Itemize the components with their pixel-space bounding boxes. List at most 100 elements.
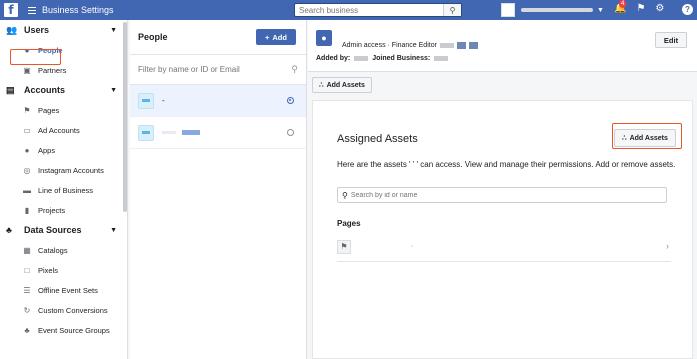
role-text: Admin access · Finance Editor bbox=[342, 42, 437, 49]
assets-icon: ∴ bbox=[319, 82, 324, 89]
gear-icon[interactable]: ⚙ bbox=[655, 3, 664, 14]
catalog-icon: ▦ bbox=[23, 245, 31, 255]
app-title: Business Settings bbox=[42, 5, 114, 15]
custom-conversions-icon: ↻ bbox=[23, 305, 31, 315]
section-label: Users bbox=[24, 25, 50, 35]
person-row[interactable] bbox=[130, 117, 306, 149]
card-description: Here are the assets ' ' ' can access. Vi… bbox=[337, 160, 676, 169]
flag-icon: ⚑ bbox=[337, 239, 351, 254]
add-assets-button[interactable]: ∴ Add Assets bbox=[614, 129, 676, 147]
search-icon: ⚲ bbox=[291, 64, 298, 74]
flag-icon: ⚑ bbox=[23, 105, 31, 115]
account-switcher[interactable]: ▼ bbox=[501, 3, 605, 17]
page-asset-row[interactable]: ⚑ · › bbox=[337, 232, 671, 262]
asset-search[interactable]: ⚲ bbox=[337, 187, 667, 203]
help-icon[interactable]: ? bbox=[682, 4, 693, 15]
redacted-block bbox=[434, 56, 449, 61]
sidebar-item-label: Event Source Groups bbox=[38, 325, 110, 335]
sidebar-item-ad-accounts[interactable]: ▭ Ad Accounts bbox=[0, 120, 127, 140]
sidebar-section-accounts[interactable]: ▤ Accounts ▼ bbox=[0, 80, 127, 100]
sidebar-item-offline-event-sets[interactable]: ☰ Offline Event Sets bbox=[0, 280, 127, 300]
users-icon: 👥 bbox=[6, 24, 18, 35]
redacted-block bbox=[468, 42, 478, 49]
account-avatar bbox=[501, 3, 515, 17]
sidebar-item-event-source-groups[interactable]: ♣ Event Source Groups bbox=[0, 320, 127, 340]
flag-icon[interactable]: ⚑ bbox=[636, 3, 645, 14]
sidebar-item-label: Catalogs bbox=[38, 245, 68, 255]
search-icon[interactable]: ⚲ bbox=[443, 4, 461, 16]
business-search[interactable]: ⚲ bbox=[294, 3, 462, 17]
highlight-box bbox=[10, 49, 61, 65]
account-name-redacted bbox=[521, 8, 593, 12]
redacted-block bbox=[439, 43, 454, 48]
top-bar: f Business Settings ⚲ ▼ 🔔4 ⚑ ⚙ ? bbox=[0, 0, 697, 20]
plus-icon: + bbox=[265, 32, 270, 42]
accounts-icon: ▤ bbox=[6, 84, 15, 95]
sidebar-section-data-sources[interactable]: ♣ Data Sources ▼ bbox=[0, 220, 127, 240]
sidebar-item-label: Instagram Accounts bbox=[38, 165, 104, 175]
sidebar-item-instagram-accounts[interactable]: ◎ Instagram Accounts bbox=[0, 160, 127, 180]
sidebar-scrollbar[interactable] bbox=[123, 22, 127, 212]
people-panel: People + Add ⚲ - bbox=[130, 20, 307, 359]
sidebar: 👥 Users ▼ ● People ▣ Partners ▤ Accounts… bbox=[0, 20, 128, 359]
sidebar-item-label: Pages bbox=[38, 105, 60, 115]
joined-label: Joined Business: bbox=[372, 55, 431, 62]
page-name: · bbox=[411, 243, 414, 250]
sidebar-item-label: Line of Business bbox=[38, 185, 94, 195]
card-title: Assigned Assets bbox=[337, 133, 418, 145]
add-assets-label: Add Assets bbox=[326, 81, 365, 89]
assets-icon: ∴ bbox=[622, 135, 627, 142]
sidebar-item-apps[interactable]: ● Apps bbox=[0, 140, 127, 160]
sidebar-item-pixels[interactable]: □ Pixels bbox=[0, 260, 127, 280]
person-avatar-icon: ● bbox=[316, 30, 332, 46]
search-input[interactable] bbox=[295, 5, 435, 15]
section-label: Data Sources bbox=[24, 225, 82, 235]
sidebar-item-projects[interactable]: ▮ Projects bbox=[0, 200, 127, 220]
edit-button[interactable]: Edit bbox=[655, 32, 687, 48]
add-person-button[interactable]: + Add bbox=[256, 29, 296, 45]
chevron-down-icon: ▼ bbox=[110, 226, 117, 234]
asset-search-input[interactable] bbox=[350, 191, 651, 199]
sidebar-item-label: Projects bbox=[38, 205, 66, 215]
people-header: People + Add bbox=[130, 20, 306, 55]
people-filter[interactable]: ⚲ bbox=[130, 55, 306, 85]
facebook-logo[interactable]: f bbox=[4, 3, 18, 17]
chevron-down-icon: ▼ bbox=[110, 86, 117, 94]
instagram-icon: ◎ bbox=[23, 165, 31, 175]
sidebar-item-line-of-business[interactable]: ▬ Line of Business bbox=[0, 180, 127, 200]
add-assets-label: Add Assets bbox=[629, 134, 668, 142]
added-by-label: Added by: bbox=[316, 55, 351, 62]
sidebar-item-label: Ad Accounts bbox=[38, 125, 80, 135]
search-icon: ⚲ bbox=[342, 190, 348, 200]
redacted-name bbox=[182, 130, 200, 135]
unselected-radio[interactable] bbox=[287, 129, 294, 136]
sidebar-item-label: Custom Conversions bbox=[38, 305, 108, 315]
menu-icon[interactable] bbox=[28, 6, 36, 14]
chevron-right-icon[interactable]: › bbox=[666, 241, 669, 251]
notifications-icon[interactable]: 🔔 4 bbox=[614, 0, 627, 14]
redacted-name bbox=[162, 131, 176, 134]
event-source-groups-icon: ♣ bbox=[24, 325, 30, 335]
chevron-down-icon: ▼ bbox=[597, 6, 604, 14]
sidebar-item-pages[interactable]: ⚑ Pages bbox=[0, 100, 127, 120]
pages-heading: Pages bbox=[337, 219, 361, 228]
avatar bbox=[138, 92, 154, 109]
assigned-assets-card: Assigned Assets ∴ Add Assets Here are th… bbox=[312, 100, 693, 359]
meta-line: Added by: Joined Business: bbox=[316, 55, 449, 62]
sidebar-section-users[interactable]: 👥 Users ▼ bbox=[0, 20, 127, 40]
detail-panel: ● Admin access · Finance Editor Added by… bbox=[308, 20, 697, 359]
sidebar-item-label: Apps bbox=[38, 145, 56, 155]
sidebar-item-catalogs[interactable]: ▦ Catalogs bbox=[0, 240, 127, 260]
filter-input[interactable] bbox=[138, 65, 278, 74]
sidebar-item-custom-conversions[interactable]: ↻ Custom Conversions bbox=[0, 300, 127, 320]
data-sources-icon: ♣ bbox=[6, 225, 12, 235]
sidebar-item-label: Offline Event Sets bbox=[38, 285, 98, 295]
chevron-down-icon: ▼ bbox=[110, 26, 117, 34]
selected-radio[interactable] bbox=[287, 97, 294, 104]
person-row[interactable]: - bbox=[130, 85, 306, 117]
line-of-business-icon: ▬ bbox=[23, 185, 31, 195]
redacted-block bbox=[456, 42, 466, 49]
add-assets-button[interactable]: ∴ Add Assets bbox=[312, 77, 372, 93]
person-header: ● Admin access · Finance Editor Added by… bbox=[308, 20, 697, 72]
notification-badge: 4 bbox=[619, 0, 627, 8]
